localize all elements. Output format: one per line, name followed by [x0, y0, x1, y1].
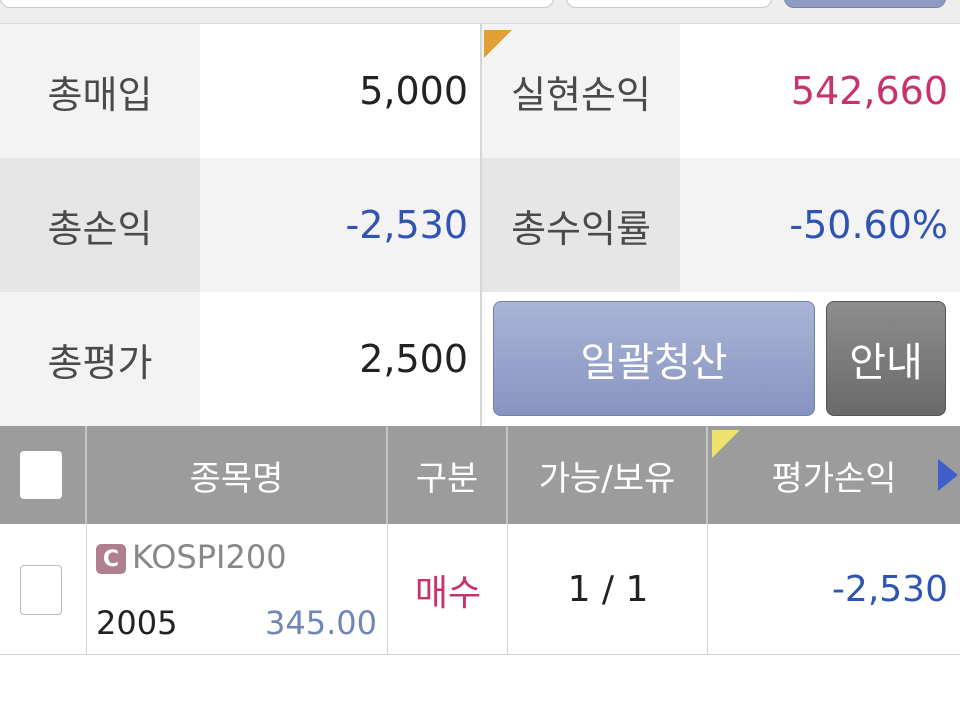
header-side[interactable]: 구분	[388, 426, 508, 524]
header-pl-marker-icon	[712, 430, 740, 458]
summary-panel: 총매입 5,000 실현손익 542,660 총손익 -2,530 총수익률 -…	[0, 24, 960, 426]
scroll-right-arrow-icon[interactable]	[938, 459, 958, 491]
total-buy-label: 총매입	[0, 24, 200, 158]
total-return-label: 총수익률	[482, 158, 680, 292]
header-name[interactable]: 종목명	[87, 426, 388, 524]
strike-price: 345.00	[265, 604, 377, 642]
total-pl-value: -2,530	[200, 158, 480, 292]
instrument-name: KOSPI200	[132, 538, 287, 576]
header-qty[interactable]: 가능/보유	[508, 426, 708, 524]
total-eval-label: 총평가	[0, 292, 200, 426]
info-button[interactable]: 안내	[826, 301, 946, 416]
password-field[interactable]	[566, 0, 772, 8]
available-held-qty: 1 / 1	[567, 569, 649, 610]
total-return-value: -50.60%	[680, 158, 960, 292]
account-select[interactable]	[0, 0, 554, 8]
realized-pl-marker-icon	[484, 30, 512, 58]
instrument-code: 2005	[96, 604, 178, 642]
header-pl[interactable]: 평가손익	[708, 426, 960, 524]
liquidate-all-button[interactable]: 일괄청산	[493, 301, 815, 416]
realized-pl-value: 542,660	[680, 24, 960, 158]
query-button[interactable]	[784, 0, 946, 8]
positions-table-header: 종목명 구분 가능/보유 평가손익	[0, 426, 960, 524]
total-pl-label: 총손익	[0, 158, 200, 292]
trade-side: 매수	[414, 572, 482, 614]
column-divider	[480, 24, 482, 426]
eval-pl-value: -2,530	[831, 569, 948, 610]
select-all-checkbox-icon[interactable]	[20, 451, 62, 499]
row-checkbox-icon[interactable]	[20, 565, 62, 615]
top-toolbar	[0, 0, 960, 24]
total-eval-value: 2,500	[200, 292, 480, 426]
call-option-badge-icon: C	[96, 544, 126, 574]
total-buy-value: 5,000	[200, 24, 480, 158]
table-row[interactable]: C KOSPI200 2005 345.00 매수 1 / 1 -2,530	[0, 524, 960, 655]
